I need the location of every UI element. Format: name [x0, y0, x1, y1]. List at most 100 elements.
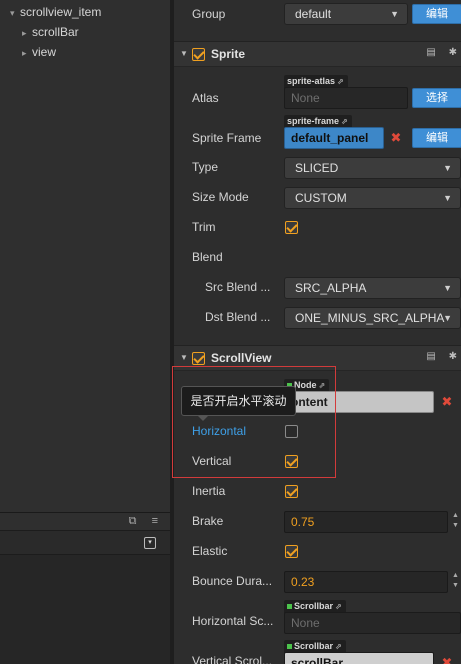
- elastic-row: Elastic: [174, 537, 461, 567]
- atlas-field[interactable]: None: [284, 87, 408, 109]
- brake-input[interactable]: 0.75: [284, 511, 448, 533]
- book-icon[interactable]: ▤: [426, 351, 435, 362]
- tree-item-scrollbar[interactable]: ▸ scrollBar: [22, 22, 79, 42]
- atlas-select-button[interactable]: 选择: [412, 88, 461, 108]
- collapse-arrow-icon[interactable]: ▸: [22, 43, 32, 63]
- caret-down-icon: ▼: [443, 163, 452, 173]
- horizontal-scrollbar-row: Horizontal Sc... Scrollbar ⇗ None: [174, 598, 461, 638]
- brake-row: Brake 0.75 ▲ ▼: [174, 507, 461, 537]
- scrollview-section-header[interactable]: ▼ ScrollView ▤ ✱: [174, 345, 461, 371]
- horizontal-row: Horizontal: [174, 417, 461, 447]
- group-select[interactable]: default ▼: [284, 3, 408, 25]
- tree-item-label: scrollBar: [32, 25, 79, 39]
- bounce-duration-row: Bounce Dura... 0.23 ▲ ▼: [174, 567, 461, 597]
- horizontal-checkbox[interactable]: [285, 425, 298, 438]
- lower-panel: ⧉ ≡ ▾: [0, 512, 170, 664]
- type-select[interactable]: SLICED ▼: [284, 157, 461, 179]
- collapse-triangle-icon[interactable]: ▼: [180, 353, 188, 362]
- group-label: Group: [192, 7, 226, 21]
- trim-row: Trim: [174, 213, 461, 243]
- sprite-section-title: Sprite: [211, 47, 246, 61]
- size-mode-row: Size Mode CUSTOM ▼: [174, 183, 461, 213]
- atlas-label: Atlas: [192, 91, 219, 105]
- clear-icon[interactable]: ✖: [435, 391, 459, 413]
- size-mode-label: Size Mode: [192, 190, 249, 204]
- horizontal-scrollbar-field[interactable]: None: [284, 612, 461, 634]
- expand-arrow-icon[interactable]: ▾: [10, 3, 20, 23]
- horizontal-scrollbar-label: Horizontal Sc...: [192, 614, 274, 628]
- tree-item-view[interactable]: ▸ view: [22, 42, 56, 62]
- lower-panel-tabbar: ⧉ ≡: [0, 513, 170, 531]
- collapse-triangle-icon[interactable]: ▼: [180, 49, 188, 58]
- type-label: Type: [192, 160, 219, 174]
- caret-down-icon: ▼: [390, 9, 399, 19]
- hierarchy-panel: ▾ scrollview_item ▸ scrollBar ▸ view ⧉ ≡ ▾: [0, 0, 170, 664]
- brake-stepper[interactable]: ▲ ▼: [450, 511, 461, 533]
- content-field[interactable]: ontent: [284, 391, 434, 413]
- bounce-duration-stepper[interactable]: ▲ ▼: [450, 571, 461, 593]
- trim-label: Trim: [192, 220, 216, 234]
- inertia-checkbox[interactable]: [285, 485, 298, 498]
- group-edit-button[interactable]: 编辑: [412, 4, 461, 24]
- vertical-scrollbar-row: Vertical Scrol... Scrollbar ⇗ scrollBar ✖: [174, 638, 461, 664]
- inertia-row: Inertia: [174, 477, 461, 507]
- dst-blend-value: ONE_MINUS_SRC_ALPHA: [295, 311, 445, 325]
- content-tag-text: Node: [294, 380, 317, 390]
- caret-down-icon: ▼: [443, 283, 452, 293]
- caret-down-icon: ▼: [443, 313, 452, 323]
- panel-menu-icon[interactable]: ⧉ ≡: [129, 515, 164, 528]
- gear-icon[interactable]: ✱: [449, 351, 457, 362]
- atlas-tag-text: sprite-atlas: [287, 76, 336, 86]
- group-value: default: [295, 7, 332, 21]
- vertical-label: Vertical: [192, 454, 232, 468]
- scrollview-section-title: ScrollView: [211, 351, 272, 365]
- tooltip-pointer: [197, 415, 209, 421]
- tree-item-label: scrollview_item: [20, 5, 102, 19]
- dst-blend-label: Dst Blend ...: [205, 310, 271, 324]
- vertical-scrollbar-label: Vertical Scrol...: [192, 654, 273, 664]
- src-blend-select[interactable]: SRC_ALPHA ▼: [284, 277, 461, 299]
- src-blend-value: SRC_ALPHA: [295, 281, 367, 295]
- vertical-checkbox[interactable]: [285, 455, 298, 468]
- vertical-scrollbar-field[interactable]: scrollBar: [284, 652, 434, 664]
- sprite-section-header[interactable]: ▼ Sprite ▤ ✱: [174, 41, 461, 67]
- horizontal-label: Horizontal: [192, 424, 247, 438]
- brake-label: Brake: [192, 514, 224, 528]
- sprite-frame-field[interactable]: default_panel: [284, 127, 384, 149]
- sprite-frame-tag-text: sprite-frame: [287, 116, 340, 126]
- horizontal-scrollbar-tag-text: Scrollbar: [294, 601, 334, 611]
- size-mode-value: CUSTOM: [295, 191, 347, 205]
- type-value: SLICED: [295, 161, 339, 175]
- clear-icon[interactable]: ✖: [435, 652, 459, 664]
- dropdown-icon[interactable]: ▾: [144, 537, 156, 549]
- scrollview-enabled-checkbox[interactable]: [192, 352, 205, 365]
- section-icons: ▤ ✱: [416, 351, 457, 362]
- clear-icon[interactable]: ✖: [384, 127, 408, 149]
- size-mode-select[interactable]: CUSTOM ▼: [284, 187, 461, 209]
- inertia-label: Inertia: [192, 484, 226, 498]
- caret-down-icon: ▼: [443, 193, 452, 203]
- sprite-enabled-checkbox[interactable]: [192, 48, 205, 61]
- tooltip: 是否开启水平滚动: [181, 386, 296, 416]
- sprite-frame-label: Sprite Frame: [192, 131, 262, 145]
- trim-checkbox[interactable]: [285, 221, 298, 234]
- gear-icon[interactable]: ✱: [449, 47, 457, 58]
- src-blend-label: Src Blend ...: [205, 280, 271, 294]
- tree-item-scrollview-item[interactable]: ▾ scrollview_item: [10, 2, 101, 22]
- elastic-checkbox[interactable]: [285, 545, 298, 558]
- bounce-duration-label: Bounce Dura...: [192, 574, 273, 588]
- sprite-frame-row: Sprite Frame sprite-frame ⇗ default_panel…: [174, 115, 461, 155]
- inspector-panel: Group default ▼ 编辑 ▼ Sprite ▤ ✱ Atlas sp…: [174, 0, 461, 664]
- component-type-icon: [287, 604, 292, 610]
- bounce-duration-input[interactable]: 0.23: [284, 571, 448, 593]
- dst-blend-select[interactable]: ONE_MINUS_SRC_ALPHA ▼: [284, 307, 461, 329]
- lower-panel-toolbar: ▾: [0, 531, 170, 555]
- book-icon[interactable]: ▤: [426, 47, 435, 58]
- atlas-row: Atlas sprite-atlas ⇗ None 选择: [174, 75, 461, 115]
- collapse-arrow-icon[interactable]: ▸: [22, 23, 32, 43]
- sprite-frame-edit-button[interactable]: 编辑: [412, 128, 461, 148]
- src-blend-row: Src Blend ... SRC_ALPHA ▼: [174, 273, 461, 303]
- dst-blend-row: Dst Blend ... ONE_MINUS_SRC_ALPHA ▼: [174, 303, 461, 333]
- elastic-label: Elastic: [192, 544, 228, 558]
- group-row: Group default ▼ 编辑: [174, 0, 461, 30]
